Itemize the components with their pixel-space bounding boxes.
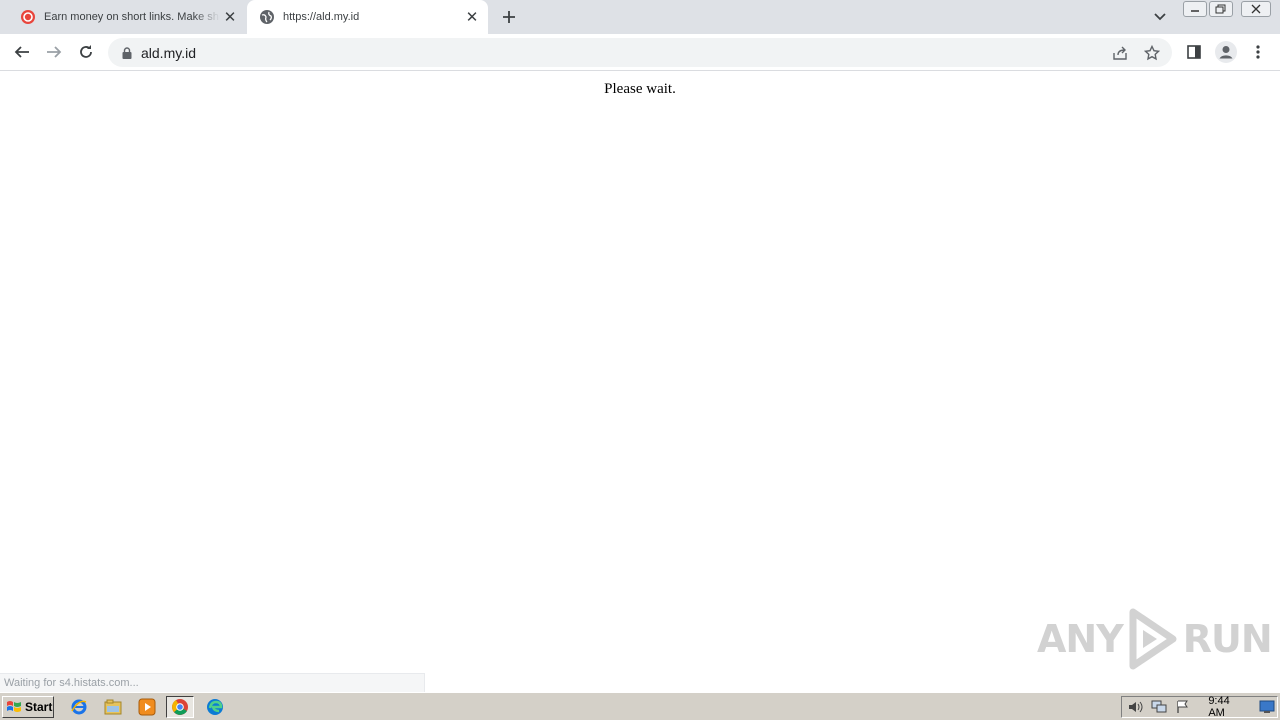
close-window-button[interactable] <box>1241 1 1271 17</box>
minimize-icon <box>1191 10 1199 12</box>
play-logo-icon <box>1129 608 1177 670</box>
profile-button[interactable] <box>1214 40 1238 64</box>
side-panel-button[interactable] <box>1182 40 1206 64</box>
address-bar[interactable]: ald.my.id <box>108 38 1172 67</box>
anyrun-watermark: ANY RUN <box>1037 608 1273 670</box>
red-circle-icon <box>20 9 36 25</box>
windows-flag-icon <box>7 701 21 712</box>
internet-explorer-icon[interactable] <box>68 696 90 718</box>
lock-icon[interactable] <box>120 46 134 60</box>
watermark-right-text: RUN <box>1182 617 1273 661</box>
start-button[interactable]: Start <box>2 696 54 718</box>
arrow-left-icon <box>14 46 29 58</box>
star-icon <box>1144 44 1160 60</box>
url-text[interactable]: ald.my.id <box>141 45 1108 61</box>
status-bubble: Waiting for s4.histats.com... <box>0 673 425 692</box>
start-label: Start <box>25 700 53 714</box>
avatar-icon <box>1215 41 1237 63</box>
reload-icon <box>80 45 92 58</box>
new-tab-button[interactable] <box>498 6 520 28</box>
bookmark-button[interactable] <box>1140 41 1164 65</box>
volume-icon[interactable] <box>1126 698 1145 716</box>
plus-icon <box>503 11 515 23</box>
show-desktop-icon[interactable] <box>1258 698 1277 716</box>
tab-earn-money[interactable]: Earn money on short links. Make short li… <box>8 0 246 34</box>
forward-button[interactable] <box>42 40 66 64</box>
media-player-icon[interactable] <box>136 696 158 718</box>
side-panel-icon <box>1187 45 1201 59</box>
network-icon[interactable] <box>1149 698 1168 716</box>
more-vert-icon <box>1256 45 1260 59</box>
edge-icon[interactable] <box>204 696 226 718</box>
tab-title: https://ald.my.id <box>283 11 360 23</box>
globe-icon <box>259 9 275 25</box>
clock[interactable]: 9:44 AM <box>1208 695 1247 719</box>
close-tab-icon[interactable]: ✕ <box>462 7 482 27</box>
browser-toolbar: ald.my.id <box>0 34 1280 71</box>
tab-ald-my-id[interactable]: https://ald.my.id ✕ <box>247 0 488 34</box>
please-wait-text: Please wait. <box>604 81 676 97</box>
tab-search-button[interactable] <box>1150 8 1170 26</box>
arrow-right-icon <box>47 46 62 58</box>
close-icon <box>1251 4 1261 14</box>
menu-button[interactable] <box>1246 40 1270 64</box>
tab-strip: Earn money on short links. Make short li… <box>0 0 1280 34</box>
minimize-button[interactable] <box>1183 1 1207 17</box>
action-center-flag-icon[interactable] <box>1173 698 1192 716</box>
chevron-down-icon <box>1154 13 1166 21</box>
back-button[interactable] <box>10 40 34 64</box>
system-tray: 9:44 AM <box>1121 695 1278 719</box>
share-icon <box>1113 46 1127 60</box>
restore-icon <box>1215 4 1226 14</box>
chrome-taskbar-icon[interactable] <box>166 696 194 718</box>
reload-button[interactable] <box>74 40 98 64</box>
file-explorer-icon[interactable] <box>102 696 124 718</box>
page-content: Please wait. ANY RUN Waiting for s4.hist… <box>0 72 1280 692</box>
close-tab-icon[interactable]: ✕ <box>220 7 240 27</box>
restore-button[interactable] <box>1209 1 1233 17</box>
watermark-left-text: ANY <box>1037 617 1124 661</box>
taskbar: Start 9:44 AM <box>0 692 1280 720</box>
tab-title: Earn money on short links. Make short li… <box>44 11 220 23</box>
share-button[interactable] <box>1108 41 1132 65</box>
